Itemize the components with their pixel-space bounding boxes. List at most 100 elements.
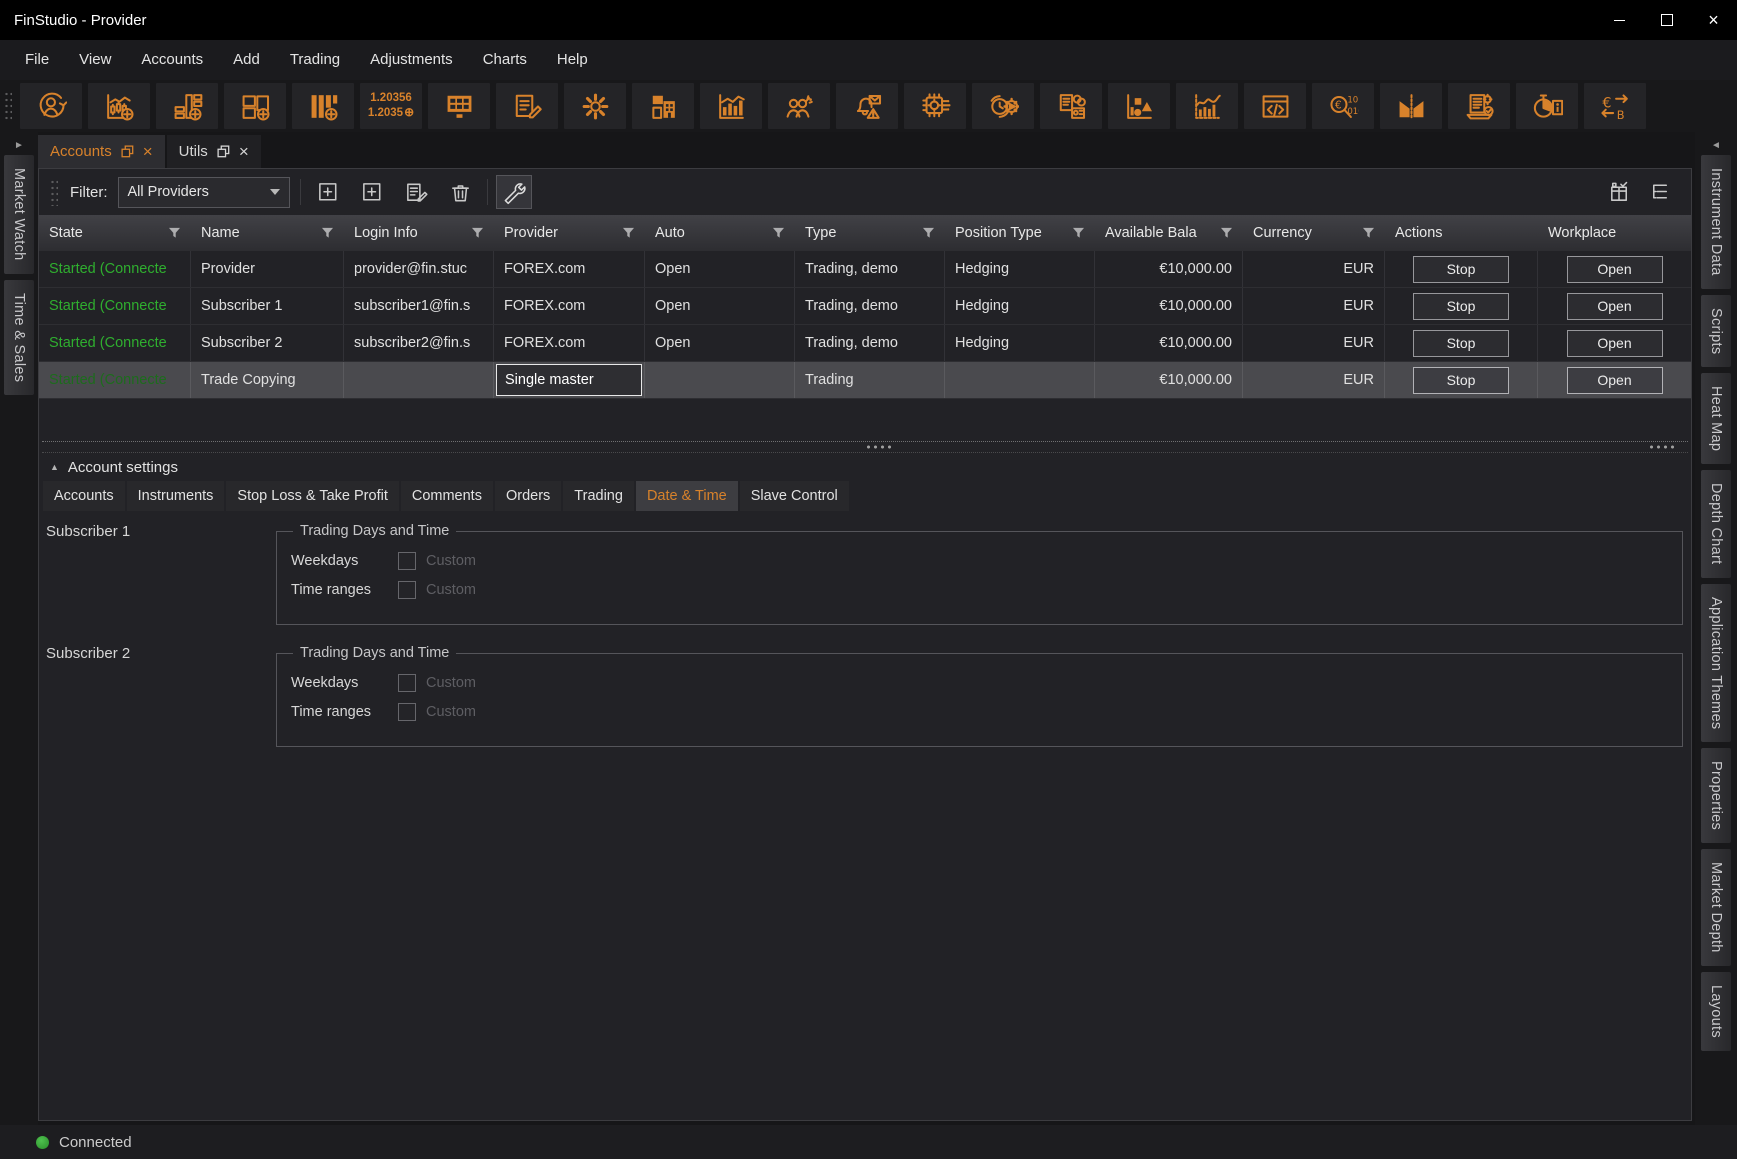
filter-funnel-icon[interactable] (772, 227, 785, 239)
scheduler-clock-icon[interactable] (972, 83, 1034, 129)
filter-funnel-icon[interactable] (622, 227, 635, 239)
timer-info-icon[interactable] (1516, 83, 1578, 129)
menu-item-help[interactable]: Help (542, 40, 603, 80)
side-tab-application-themes[interactable]: Application Themes (1701, 584, 1731, 742)
user-sync-icon[interactable] (20, 83, 82, 129)
menu-item-trading[interactable]: Trading (275, 40, 355, 80)
grid-monitor-icon[interactable] (428, 83, 490, 129)
account-settings-header[interactable]: ▲ Account settings (39, 453, 1691, 481)
splitter-grip[interactable] (865, 445, 895, 449)
chip-automation-icon[interactable] (904, 83, 966, 129)
menu-item-charts[interactable]: Charts (468, 40, 542, 80)
column-header-workplace[interactable]: Workplace (1538, 225, 1691, 241)
horizontal-splitter[interactable] (42, 441, 1688, 453)
table-row[interactable]: Started (ConnecteSubscriber 1subscriber1… (39, 288, 1691, 325)
multi-line-chart-icon[interactable] (1176, 83, 1238, 129)
restore-window-icon[interactable] (217, 145, 230, 158)
filterbar-drag-grip[interactable] (49, 178, 58, 206)
workspace-add-icon[interactable] (224, 83, 286, 129)
doc-tab-utils[interactable]: Utils× (167, 135, 261, 168)
filter-funnel-icon[interactable] (321, 227, 334, 239)
filter-funnel-icon[interactable] (922, 227, 935, 239)
side-tab-market-depth[interactable]: Market Depth (1701, 849, 1731, 966)
settings-tab-trading[interactable]: Trading (563, 481, 634, 511)
edit-list-button[interactable] (399, 175, 435, 209)
stop-button[interactable]: Stop (1413, 293, 1509, 320)
menu-item-view[interactable]: View (64, 40, 126, 80)
add-account-button[interactable] (311, 175, 347, 209)
close-tab-icon[interactable]: × (143, 143, 153, 160)
close-button[interactable]: × (1690, 0, 1737, 40)
open-workplace-button[interactable]: Open (1567, 256, 1663, 283)
open-workplace-button[interactable]: Open (1567, 293, 1663, 320)
custom-checkbox[interactable] (398, 581, 416, 599)
column-header-state[interactable]: State (39, 225, 191, 241)
column-header-position-type[interactable]: Position Type (945, 225, 1095, 241)
add-account-alt-button[interactable] (355, 175, 391, 209)
search-binary-icon[interactable]: €101010 (1312, 83, 1374, 129)
custom-checkbox[interactable] (398, 674, 416, 692)
table-row[interactable]: Started (ConnecteTrade CopyingSingle mas… (39, 362, 1691, 399)
depth-wedges-icon[interactable] (1380, 83, 1442, 129)
currency-exchange-icon[interactable]: €B (1584, 83, 1646, 129)
settings-tab-slave-control[interactable]: Slave Control (740, 481, 849, 511)
tree-view-icon[interactable] (1648, 180, 1673, 205)
bar-panels-add-icon[interactable] (156, 83, 218, 129)
filter-funnel-icon[interactable] (1362, 227, 1375, 239)
open-workplace-button[interactable]: Open (1567, 330, 1663, 357)
delete-button[interactable] (443, 175, 479, 209)
filter-funnel-icon[interactable] (471, 227, 484, 239)
stop-button[interactable]: Stop (1413, 330, 1509, 357)
column-header-type[interactable]: Type (795, 225, 945, 241)
stats-chart-icon[interactable] (700, 83, 762, 129)
filter-funnel-icon[interactable] (168, 227, 181, 239)
minimize-button[interactable] (1596, 0, 1643, 40)
provider-editor[interactable]: Single master (496, 364, 642, 396)
settings-tab-accounts[interactable]: Accounts (43, 481, 125, 511)
settings-gear-icon[interactable] (564, 83, 626, 129)
column-header-login-info[interactable]: Login Info (344, 225, 494, 241)
column-header-actions[interactable]: Actions (1385, 225, 1538, 241)
chart-objects-icon[interactable] (1108, 83, 1170, 129)
provider-filter-dropdown[interactable]: All Providers (118, 177, 290, 208)
settings-tab-date-time[interactable]: Date & Time (636, 481, 738, 511)
quote-board-add-icon[interactable]: 1.203561.2035⊕ (360, 83, 422, 129)
column-header-available-bala[interactable]: Available Bala (1095, 225, 1243, 241)
settings-tab-orders[interactable]: Orders (495, 481, 561, 511)
expand-right-panel-icon[interactable]: ◄ (1711, 135, 1721, 155)
custom-checkbox[interactable] (398, 552, 416, 570)
side-tab-market-watch[interactable]: Market Watch (4, 155, 34, 274)
table-row[interactable]: Started (ConnecteSubscriber 2subscriber2… (39, 325, 1691, 362)
column-header-auto[interactable]: Auto (645, 225, 795, 241)
column-chooser-icon[interactable] (1607, 180, 1632, 205)
custom-checkbox[interactable] (398, 703, 416, 721)
splitter-grip-end[interactable] (1648, 445, 1678, 449)
side-tab-layouts[interactable]: Layouts (1701, 972, 1731, 1051)
toolbar-drag-grip[interactable] (3, 90, 12, 122)
org-structure-icon[interactable] (632, 83, 694, 129)
table-row[interactable]: Started (ConnecteProviderprovider@fin.st… (39, 251, 1691, 288)
column-bars-add-icon[interactable] (292, 83, 354, 129)
report-settings-icon[interactable] (1448, 83, 1510, 129)
menu-item-adjustments[interactable]: Adjustments (355, 40, 468, 80)
open-workplace-button[interactable]: Open (1567, 367, 1663, 394)
candlestick-chart-add-icon[interactable] (88, 83, 150, 129)
side-tab-instrument-data[interactable]: Instrument Data (1701, 155, 1731, 289)
menu-item-add[interactable]: Add (218, 40, 275, 80)
restore-window-icon[interactable] (121, 145, 134, 158)
note-edit-icon[interactable] (496, 83, 558, 129)
settings-tab-stop-loss-take-profit[interactable]: Stop Loss & Take Profit (226, 481, 398, 511)
column-header-currency[interactable]: Currency (1243, 225, 1385, 241)
column-header-provider[interactable]: Provider (494, 225, 645, 241)
maximize-button[interactable] (1643, 0, 1690, 40)
billing-docs-icon[interactable] (1040, 83, 1102, 129)
settings-tab-comments[interactable]: Comments (401, 481, 493, 511)
menu-item-file[interactable]: File (10, 40, 64, 80)
code-editor-icon[interactable] (1244, 83, 1306, 129)
users-connect-icon[interactable] (768, 83, 830, 129)
column-header-name[interactable]: Name (191, 225, 344, 241)
expand-left-panel-icon[interactable]: ► (14, 135, 24, 155)
side-tab-time-sales[interactable]: Time & Sales (4, 280, 34, 395)
filter-funnel-icon[interactable] (1072, 227, 1085, 239)
filter-funnel-icon[interactable] (1220, 227, 1233, 239)
